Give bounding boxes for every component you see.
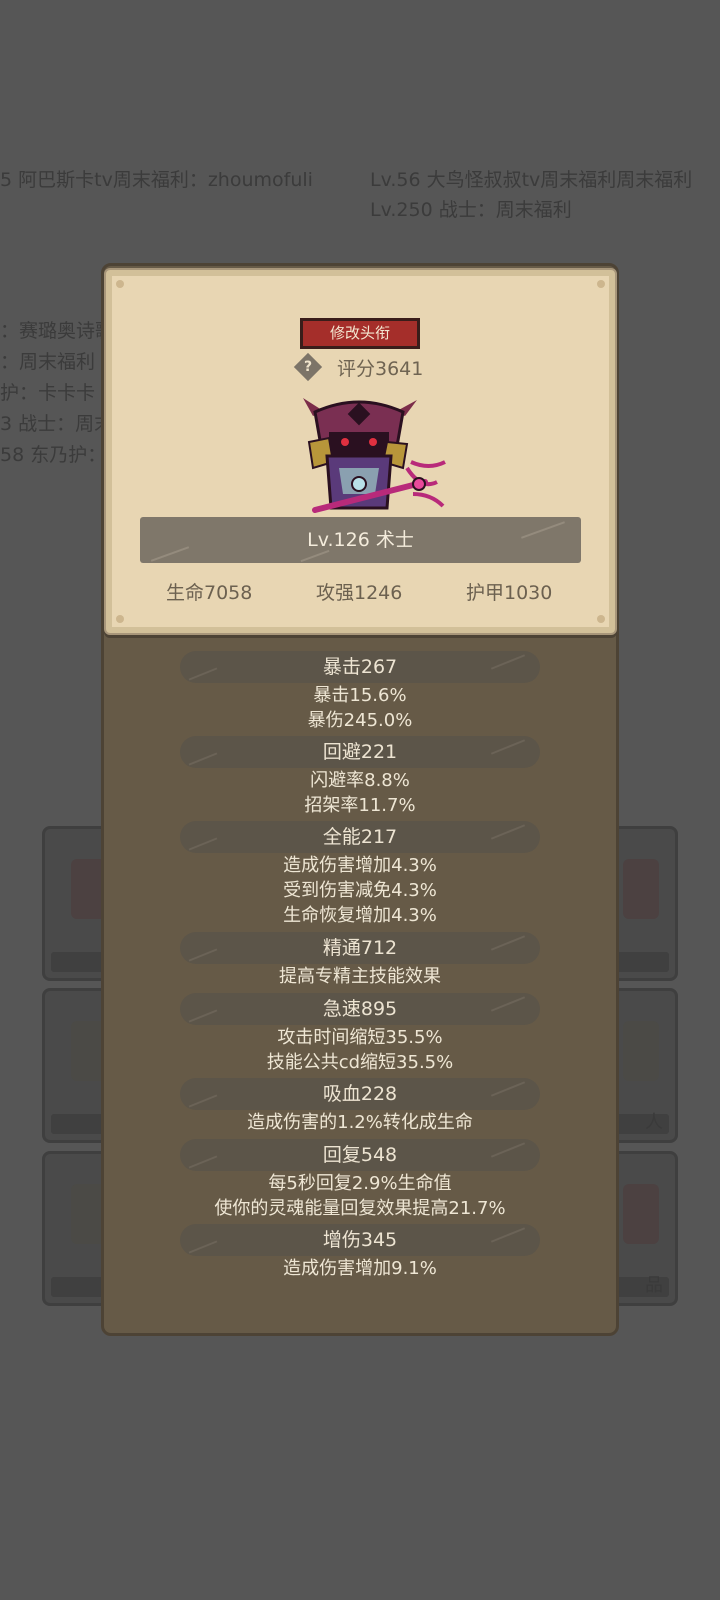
edit-title-button[interactable]: 修改头衔 [300, 318, 420, 349]
stat-detail: 技能公共cd缩短35.5% [266, 1052, 454, 1073]
stat-header-crit: 暴击267 [180, 651, 540, 683]
stat-header-leech: 吸血228 [180, 1078, 540, 1110]
stat-detail: 造成伤害的1.2%转化成生命 [247, 1112, 473, 1133]
stat-detail: 暴伤245.0% [307, 710, 413, 731]
feed-text-right-2: Lv.250 战士：周末福利 [370, 199, 572, 221]
side-text: 3 战士：周末 [0, 413, 114, 435]
stat-detail: 生命恢复增加4.3% [283, 905, 437, 926]
side-text: 58 东乃护： [0, 444, 107, 466]
score-label: 评分3641 [337, 358, 424, 380]
side-text: ：赛璐奥诗歌 [0, 320, 115, 342]
stat-detail: 每5秒回复2.9%生命值 [268, 1173, 452, 1194]
side-text: ：周末福利 [0, 351, 96, 373]
stat-header-regen: 回复548 [180, 1139, 540, 1171]
stat-detail: 提高专精主技能效果 [279, 966, 441, 987]
stat-detail: 造成伤害增加4.3% [283, 855, 437, 876]
stat-header-versatility: 全能217 [180, 821, 540, 853]
feed-text-left: 5 阿巴斯卡tv周末福利：zhoumofuli [0, 169, 313, 191]
stat-detail: 造成伤害增加9.1% [283, 1258, 437, 1279]
help-icon[interactable]: ? [293, 352, 323, 382]
stat-detail: 受到伤害减免4.3% [283, 880, 437, 901]
hp-stat: 生命7058 [166, 582, 253, 604]
stat-header-mastery: 精通712 [180, 932, 540, 964]
side-text: 护：卡卡卡 [0, 382, 96, 404]
main-stats-row: 生命7058 攻强1246 护甲1030 [106, 578, 615, 608]
feed-text-right-1: Lv.56 大鸟怪叔叔tv周末福利周末福利 [370, 169, 693, 191]
stat-detail: 招架率11.7% [304, 795, 416, 816]
stat-detail: 闪避率8.8% [310, 770, 410, 791]
level-class-bar: Lv.126 术士 [140, 517, 581, 563]
character-avatar [303, 398, 446, 513]
armor-stat: 护甲1030 [466, 582, 553, 604]
stat-header-avoidance: 回避221 [180, 736, 540, 768]
stat-detail: 使你的灵魂能量回复效果提高21.7% [214, 1198, 506, 1219]
stat-detail: 攻击时间缩短35.5% [277, 1027, 443, 1048]
level-class-label: Lv.126 术士 [307, 529, 414, 551]
stat-header-damage-increase: 增伤345 [180, 1224, 540, 1256]
attack-stat: 攻强1246 [316, 582, 403, 604]
stat-header-haste: 急速895 [180, 993, 540, 1025]
stat-detail: 暴击15.6% [313, 685, 407, 706]
